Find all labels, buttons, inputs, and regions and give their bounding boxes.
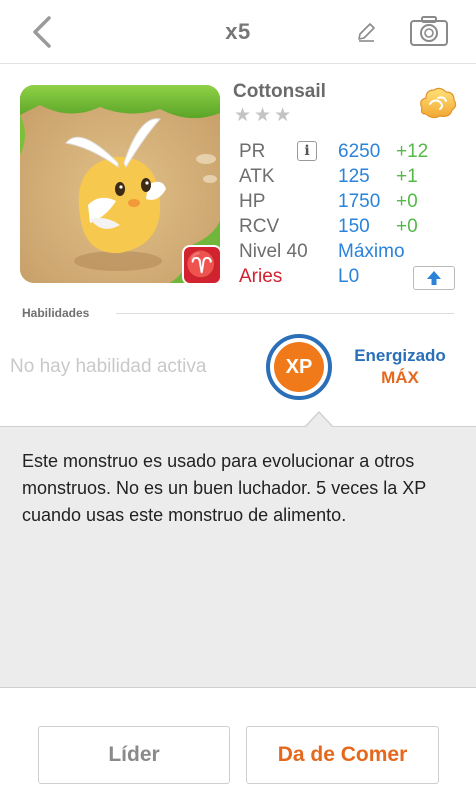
chevron-left-icon <box>33 16 51 48</box>
energized-status: Energizado MÁX <box>345 346 455 388</box>
aries-symbol: ♈ <box>185 250 219 280</box>
stat-label: Nivel 40 <box>239 241 308 262</box>
back-button[interactable] <box>22 12 62 52</box>
stat-row-pr: PR i 6250 +12 <box>239 139 454 164</box>
stat-label: RCV <box>239 216 280 237</box>
stat-value: 6250 <box>338 141 381 162</box>
feed-button[interactable]: Da de Comer <box>246 726 439 784</box>
stat-row-atk: ATK 125 +1 <box>239 164 454 189</box>
camera-icon <box>410 16 448 46</box>
cloud-type-icon <box>420 87 457 119</box>
stat-bonus: +0 <box>396 191 418 212</box>
page-title: x5 <box>225 19 251 44</box>
stat-value: L0 <box>338 266 360 287</box>
stat-value: 1750 <box>338 191 381 212</box>
stats-table: PR i 6250 +12 ATK 125 +1 HP 1750 +0 RCV … <box>239 139 455 290</box>
section-divider <box>116 313 454 314</box>
no-active-skill-text: No hay habilidad activa <box>10 356 207 377</box>
stat-label: HP <box>239 191 266 212</box>
stat-row-level: Nivel 40 Máximo <box>239 239 454 264</box>
stat-label: PR <box>239 141 266 162</box>
stat-value: 125 <box>338 166 370 187</box>
stat-row-rcv: RCV 150 +0 <box>239 214 454 239</box>
stat-row-hp: HP 1750 +0 <box>239 189 454 214</box>
stat-value: 150 <box>338 216 370 237</box>
xp-badge-label: XP <box>274 342 324 392</box>
stat-label: Aries <box>239 266 283 287</box>
star-icon: ★ <box>254 105 272 126</box>
camera-button[interactable] <box>408 12 450 50</box>
info-button[interactable]: i <box>297 141 317 161</box>
xp-badge: XP <box>266 334 332 400</box>
star-icon: ★ <box>274 105 292 126</box>
monster-name: Cottonsail <box>233 81 326 102</box>
stat-label: ATK <box>239 166 275 187</box>
stat-row-sign: Aries L0 <box>239 264 455 290</box>
rarity-stars: ★ ★ ★ <box>234 106 291 125</box>
stat-bonus: +12 <box>396 141 429 162</box>
arrow-up-icon <box>427 271 441 285</box>
description-text: Este monstruo es usado para evolucionar … <box>22 451 426 525</box>
aries-element-badge: ♈ <box>182 245 222 285</box>
skills-section-label: Habilidades <box>22 306 90 320</box>
stat-bonus: +0 <box>396 216 418 237</box>
description-pointer-fill <box>305 413 333 428</box>
top-bar: x5 <box>0 0 476 64</box>
energized-label: Energizado <box>354 346 446 365</box>
energized-level: MÁX <box>381 368 419 387</box>
stat-bonus: +1 <box>396 166 418 187</box>
stat-value: Máximo <box>338 241 405 262</box>
pencil-icon <box>358 23 375 42</box>
edit-button[interactable] <box>350 16 382 48</box>
leader-button[interactable]: Líder <box>38 726 230 784</box>
upgrade-button[interactable] <box>413 266 455 290</box>
star-icon: ★ <box>234 105 252 126</box>
